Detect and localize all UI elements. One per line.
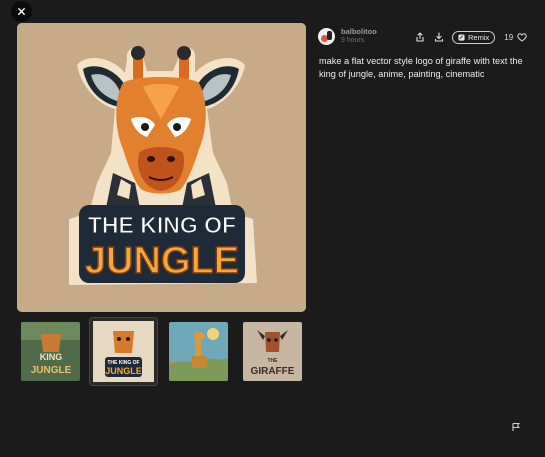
thumb2-line2: JUNGLE (105, 366, 142, 376)
thumb1-line1: KING (40, 352, 63, 362)
username[interactable]: balbolitoo (341, 27, 377, 36)
download-icon (434, 32, 444, 42)
thumbnail-1[interactable]: KING JUNGLE (21, 322, 80, 381)
thumbnail-2[interactable]: THE KING OF JUNGLE (89, 317, 158, 386)
thumbnail-3[interactable] (169, 322, 228, 381)
flag-icon (512, 423, 520, 431)
share-icon (416, 32, 424, 42)
main-image: THE KING OF JUNGLE (17, 23, 306, 312)
thumb4-line1: THE (268, 358, 279, 364)
report-button[interactable] (511, 419, 521, 431)
remix-button[interactable]: Remix (452, 30, 496, 44)
user-info: balbolitoo 9 hours (318, 27, 377, 45)
close-button[interactable] (11, 1, 32, 22)
timestamp: 9 hours (341, 37, 365, 44)
remix-label: Remix (468, 32, 490, 42)
image-title-line2: JUNGLE (85, 240, 239, 282)
image-title-line1: THE KING OF (88, 212, 236, 238)
action-bar: Remix 19 (413, 30, 529, 44)
like-button[interactable] (515, 30, 529, 44)
avatar[interactable] (318, 27, 335, 45)
giraffe-artwork: THE KING OF JUNGLE (17, 23, 306, 312)
download-button[interactable] (432, 30, 446, 44)
like-count: 19 (504, 32, 514, 42)
thumbnail-4[interactable]: THE GIRAFFE (243, 322, 302, 381)
share-button[interactable] (413, 30, 427, 44)
thumb4-line2: GIRAFFE (251, 366, 295, 377)
heart-icon (517, 32, 527, 42)
prompt-text: make a flat vector style logo of giraffe… (319, 56, 523, 79)
remix-icon (458, 33, 465, 41)
close-icon (18, 8, 25, 15)
thumb1-line2: JUNGLE (31, 365, 72, 376)
